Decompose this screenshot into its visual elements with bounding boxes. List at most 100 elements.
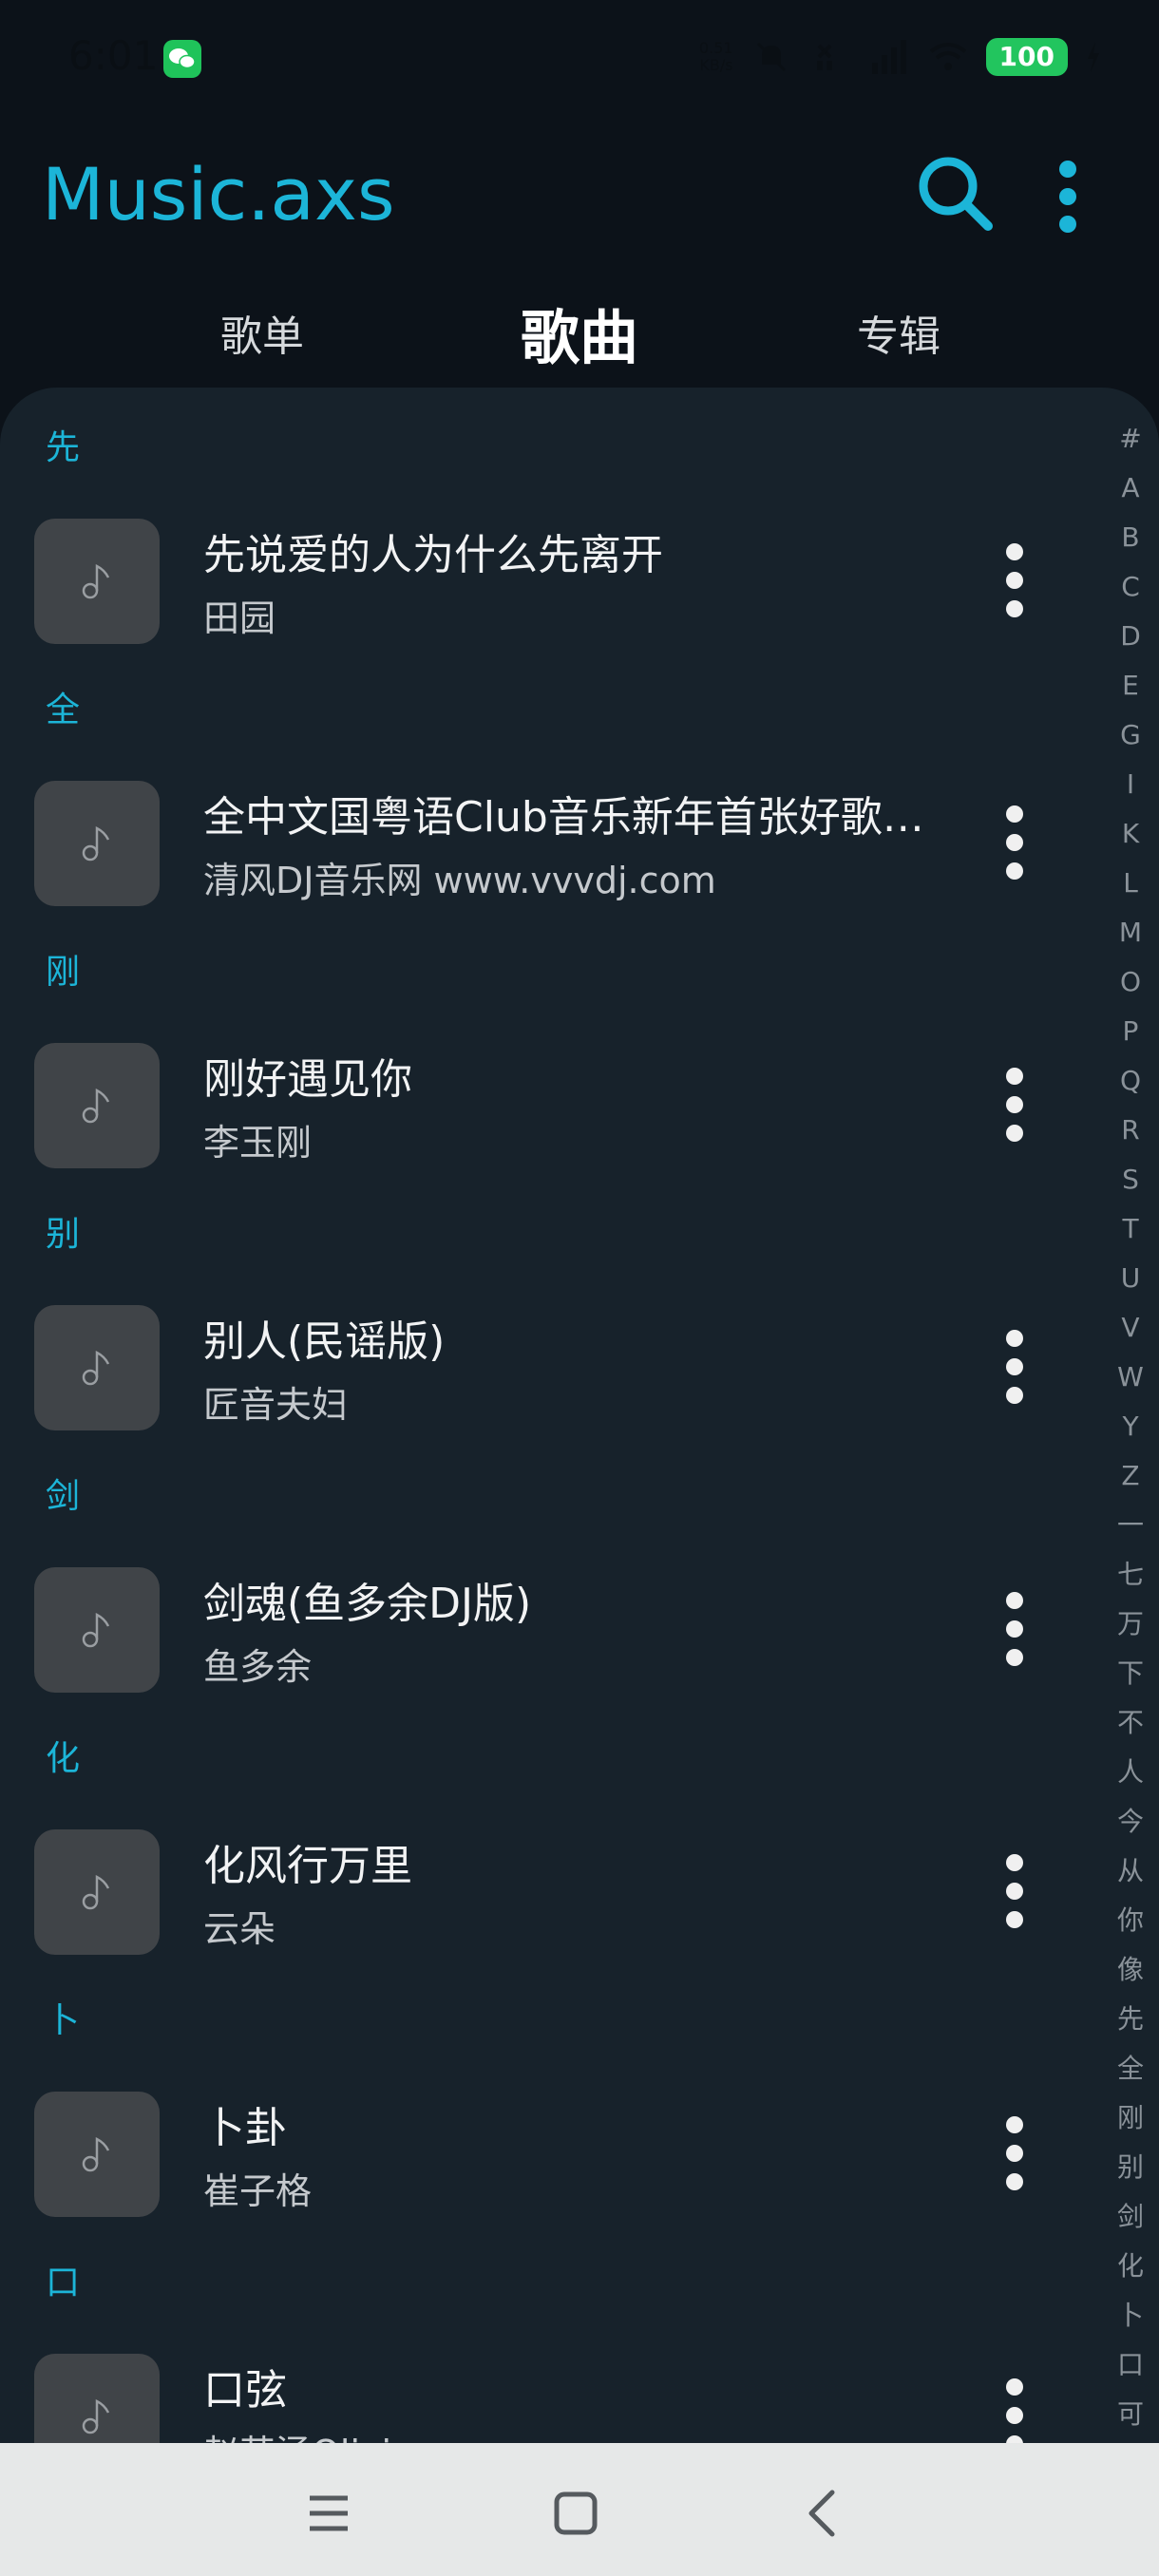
music-note-icon: [82, 1350, 110, 1386]
section-header: 卜: [46, 2001, 81, 2040]
charging-icon: [1088, 42, 1099, 72]
song-artist: 云朵: [203, 1908, 276, 1950]
alphabet-index-letter[interactable]: E: [1102, 661, 1159, 710]
alphabet-index-letter[interactable]: U: [1102, 1254, 1159, 1303]
alphabet-index-letter[interactable]: 全: [1102, 2044, 1159, 2093]
alphabet-index-letter[interactable]: K: [1102, 809, 1159, 859]
song-title: 先说爱的人为什么先离开: [203, 531, 663, 579]
alphabet-index-letter[interactable]: 下: [1102, 1649, 1159, 1698]
song-row[interactable]: 口弦 赵英涵Olivia: [0, 2344, 1092, 2443]
song-artist: 崔子格: [203, 2170, 313, 2212]
music-note-icon: [82, 1874, 110, 1910]
song-row[interactable]: 先说爱的人为什么先离开 田园: [0, 509, 1092, 652]
more-vertical-icon[interactable]: [986, 1052, 1043, 1157]
alphabet-index-letter[interactable]: D: [1102, 612, 1159, 661]
album-cover: [34, 1567, 160, 1693]
section-header: 口: [46, 2263, 81, 2302]
section-header: 刚: [46, 953, 81, 992]
mute-bell-icon: [756, 42, 786, 72]
song-artist: 清风DJ音乐网 www.vvvdj.com: [203, 860, 716, 901]
alphabet-index-letter[interactable]: C: [1102, 562, 1159, 612]
song-row[interactable]: 刚好遇见你 李玉刚: [0, 1033, 1092, 1176]
search-button[interactable]: [912, 150, 998, 236]
more-options-button[interactable]: [1045, 154, 1091, 239]
album-cover: [34, 519, 160, 644]
song-artist: 李玉刚: [203, 1122, 313, 1164]
song-row[interactable]: 化风行万里 云朵: [0, 1820, 1092, 1962]
home-square-icon[interactable]: [538, 2475, 614, 2551]
alphabet-index-letter[interactable]: 卜: [1102, 2291, 1159, 2340]
alphabet-index-letter[interactable]: 化: [1102, 2242, 1159, 2291]
alphabet-index-letter[interactable]: Z: [1102, 1451, 1159, 1501]
alphabet-index-letter[interactable]: Y: [1102, 1402, 1159, 1451]
song-artist: 田园: [203, 597, 276, 639]
alphabet-index-letter[interactable]: 人: [1102, 1748, 1159, 1797]
alphabet-index-letter[interactable]: 一: [1102, 1501, 1159, 1550]
tab-playlists[interactable]: 歌单: [167, 285, 357, 380]
wifi-icon: [929, 43, 966, 70]
album-cover: [34, 2354, 160, 2443]
alphabet-index-letter[interactable]: S: [1102, 1155, 1159, 1204]
song-row[interactable]: 剑魂(鱼多余DJ版) 鱼多余: [0, 1558, 1092, 1700]
alphabet-index-letter[interactable]: 口: [1102, 2340, 1159, 2390]
more-vertical-icon[interactable]: [986, 528, 1043, 633]
song-row[interactable]: 卜卦 崔子格: [0, 2082, 1092, 2225]
alphabet-index-letter[interactable]: V: [1102, 1303, 1159, 1353]
more-vertical-icon[interactable]: [986, 2101, 1043, 2206]
album-cover: [34, 1829, 160, 1955]
song-list[interactable]: 先 先说爱的人为什么先离开 田园 全 全中文国粤语Club音乐新年首张好歌精选 …: [0, 388, 1159, 2443]
battery-level: 100: [985, 38, 1068, 76]
alphabet-index-letter[interactable]: 今: [1102, 1797, 1159, 1847]
album-cover: [34, 1305, 160, 1430]
alphabet-index-letter[interactable]: L: [1102, 859, 1159, 908]
alphabet-index-letter[interactable]: A: [1102, 464, 1159, 513]
album-cover: [34, 1043, 160, 1168]
menu-icon[interactable]: [291, 2475, 367, 2551]
song-row[interactable]: 别人(民谣版) 匠音夫妇: [0, 1296, 1092, 1438]
alphabet-index-letter[interactable]: 从: [1102, 1847, 1159, 1896]
more-vertical-icon[interactable]: [986, 790, 1043, 895]
more-vertical-icon[interactable]: [986, 1315, 1043, 1419]
alphabet-index-letter[interactable]: G: [1102, 710, 1159, 760]
alphabet-index-letter[interactable]: 别: [1102, 2143, 1159, 2192]
alphabet-index-letter[interactable]: #: [1102, 414, 1159, 464]
alphabet-index-letter[interactable]: 七: [1102, 1550, 1159, 1600]
section-header: 化: [46, 1739, 81, 1778]
song-row[interactable]: 全中文国粤语Club音乐新年首张好歌精选 清风DJ音乐网 www.vvvdj.c…: [0, 771, 1092, 914]
wechat-notification-icon: [163, 40, 201, 78]
alphabet-index-letter[interactable]: 万: [1102, 1600, 1159, 1649]
music-note-icon: [82, 1088, 110, 1124]
tab-albums[interactable]: 专辑: [804, 285, 994, 380]
song-title: 化风行万里: [203, 1842, 412, 1890]
alphabet-index[interactable]: # A B C D E G I K L M O P Q R S T U V W Y Z 一七万下不人今从你像先全刚别剑化卜口…: [1102, 414, 1159, 2430]
tab-songs[interactable]: 歌曲: [484, 285, 674, 380]
alphabet-index-letter[interactable]: 你: [1102, 1896, 1159, 1945]
alphabet-index-letter[interactable]: M: [1102, 908, 1159, 957]
alphabet-index-letter[interactable]: 先: [1102, 1995, 1159, 2044]
back-chevron-icon[interactable]: [785, 2475, 861, 2551]
more-vertical-icon[interactable]: [986, 1839, 1043, 1943]
alphabet-index-letter[interactable]: W: [1102, 1353, 1159, 1402]
system-nav-bar: [0, 2443, 1159, 2576]
section-header: 全: [46, 691, 81, 729]
alphabet-index-letter[interactable]: O: [1102, 957, 1159, 1007]
more-vertical-icon[interactable]: [986, 2363, 1043, 2443]
alphabet-index-letter[interactable]: T: [1102, 1204, 1159, 1254]
signal-icon: [871, 40, 906, 74]
no-sim-icon: [816, 44, 832, 70]
alphabet-index-letter[interactable]: 可: [1102, 2390, 1159, 2439]
alphabet-index-letter[interactable]: 刚: [1102, 2093, 1159, 2143]
alphabet-index-letter[interactable]: Q: [1102, 1056, 1159, 1106]
network-speed-value: 0.51: [698, 39, 733, 57]
status-icons: 0.51 KB/s 100: [699, 28, 1102, 85]
alphabet-index-letter[interactable]: P: [1102, 1007, 1159, 1056]
more-vertical-icon[interactable]: [986, 1577, 1043, 1681]
alphabet-index-letter[interactable]: R: [1102, 1106, 1159, 1155]
alphabet-index-letter[interactable]: 不: [1102, 1698, 1159, 1748]
alphabet-index-letter[interactable]: 剑: [1102, 2192, 1159, 2242]
alphabet-index-letter[interactable]: I: [1102, 760, 1159, 809]
alphabet-index-letter[interactable]: 像: [1102, 1945, 1159, 1995]
music-note-icon: [82, 2136, 110, 2172]
alphabet-index-letter[interactable]: B: [1102, 513, 1159, 562]
status-time: 6:01: [68, 32, 159, 79]
